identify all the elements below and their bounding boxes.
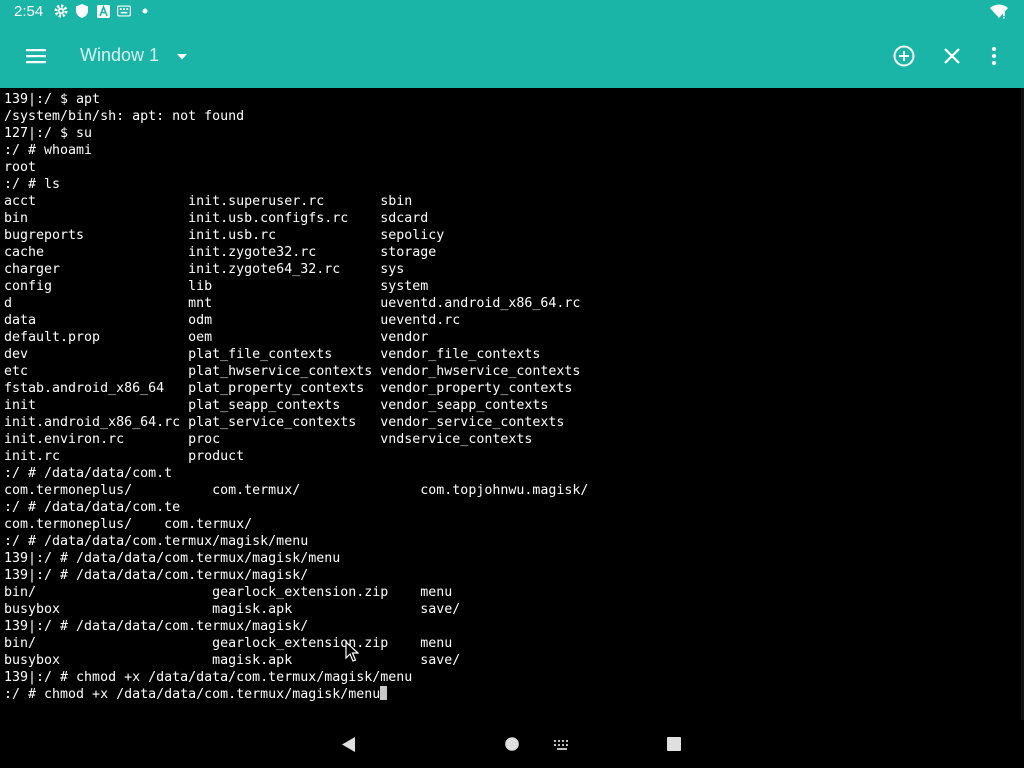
terminal-line: com.termoneplus/ com.termux/	[4, 517, 253, 532]
terminal-line: busybox magisk.apk save/	[4, 653, 461, 668]
terminal-line: :/ # /data/data/com.termux/magisk/menu	[4, 534, 309, 549]
terminal-line: :/ # /data/data/com.te	[4, 500, 181, 515]
more-vert-icon[interactable]	[982, 44, 1006, 68]
terminal-input-text[interactable]: :/ # chmod +x /data/data/com.termux/magi…	[4, 687, 380, 702]
terminal-line: 139|:/ # chmod +x /data/data/com.termux/…	[4, 670, 413, 685]
shield-icon	[75, 4, 89, 18]
terminal-line: 139|:/ # /data/data/com.termux/magisk/	[4, 619, 309, 634]
mouse-pointer-icon	[345, 640, 360, 668]
status-icons	[54, 4, 152, 18]
terminal-line: 139|:/ $ apt	[4, 92, 101, 107]
menu-icon[interactable]	[24, 44, 48, 68]
terminal-line: default.prop oem vendor	[4, 330, 429, 345]
terminal-line: config lib system	[4, 279, 429, 294]
terminal-line: com.termoneplus/ com.termux/ com.topjohn…	[4, 483, 589, 498]
wifi-icon	[990, 4, 1008, 24]
terminal-line: charger init.zygote64_32.rc sys	[4, 262, 405, 277]
terminal-line: fstab.android_x86_64 plat_property_conte…	[4, 381, 573, 396]
terminal-line: cache init.zygote32.rc storage	[4, 245, 437, 260]
back-icon[interactable]	[342, 737, 356, 757]
terminal-line: bin init.usb.configfs.rc sdcard	[4, 211, 429, 226]
recents-icon[interactable]	[667, 737, 681, 756]
dot-icon	[138, 4, 152, 18]
text-cursor	[380, 686, 388, 700]
gear-icon	[54, 4, 68, 18]
window-title[interactable]: Window 1	[80, 45, 159, 66]
terminal-output[interactable]: 139|:/ $ apt /system/bin/sh: apt: not fo…	[0, 88, 1024, 720]
terminal-line: init.android_x86_64.rc plat_service_cont…	[4, 415, 565, 430]
keyboard-icon[interactable]	[553, 738, 571, 756]
close-icon[interactable]	[940, 44, 964, 68]
terminal-line: data odm ueventd.rc	[4, 313, 461, 328]
terminal-line: init.rc product	[4, 449, 245, 464]
terminal-line: busybox magisk.apk save/	[4, 602, 461, 617]
add-window-icon[interactable]	[892, 44, 916, 68]
chevron-down-icon[interactable]	[174, 49, 190, 65]
terminal-line: 139|:/ # /data/data/com.termux/magisk/	[4, 568, 309, 583]
status-bar: 2:54	[0, 0, 1024, 24]
terminal-line: d mnt ueventd.android_x86_64.rc	[4, 296, 581, 311]
terminal-line: :/ # ls	[4, 177, 61, 192]
app-bar: Window 1	[0, 24, 1024, 88]
terminal-line: bugreports init.usb.rc sepolicy	[4, 228, 445, 243]
terminal-line: :/ # whoami	[4, 143, 93, 158]
terminal-line: 127|:/ $ su	[4, 126, 93, 141]
font-icon	[96, 4, 110, 18]
navigation-bar	[0, 720, 1024, 768]
terminal-prompt-line[interactable]: :/ # chmod +x /data/data/com.termux/magi…	[4, 686, 388, 703]
terminal-line: /system/bin/sh: apt: not found	[4, 109, 245, 124]
terminal-line: dev plat_file_contexts vendor_file_conte…	[4, 347, 541, 362]
terminal-line: bin/ gearlock_extension.zip menu	[4, 636, 453, 651]
terminal-line: :/ # /data/data/com.t	[4, 466, 173, 481]
terminal-line: 139|:/ # /data/data/com.termux/magisk/me…	[4, 551, 341, 566]
terminal-line: root	[4, 160, 37, 175]
terminal-line: acct init.superuser.rc sbin	[4, 194, 413, 209]
terminal-line: bin/ gearlock_extension.zip menu	[4, 585, 453, 600]
terminal-line: init.environ.rc proc vndservice_contexts	[4, 432, 533, 447]
terminal-line: etc plat_hwservice_contexts vendor_hwser…	[4, 364, 581, 379]
home-icon[interactable]	[505, 737, 519, 756]
terminal-line: init plat_seapp_contexts vendor_seapp_co…	[4, 398, 549, 413]
keyboard-icon	[117, 4, 131, 18]
status-time: 2:54	[14, 3, 44, 20]
